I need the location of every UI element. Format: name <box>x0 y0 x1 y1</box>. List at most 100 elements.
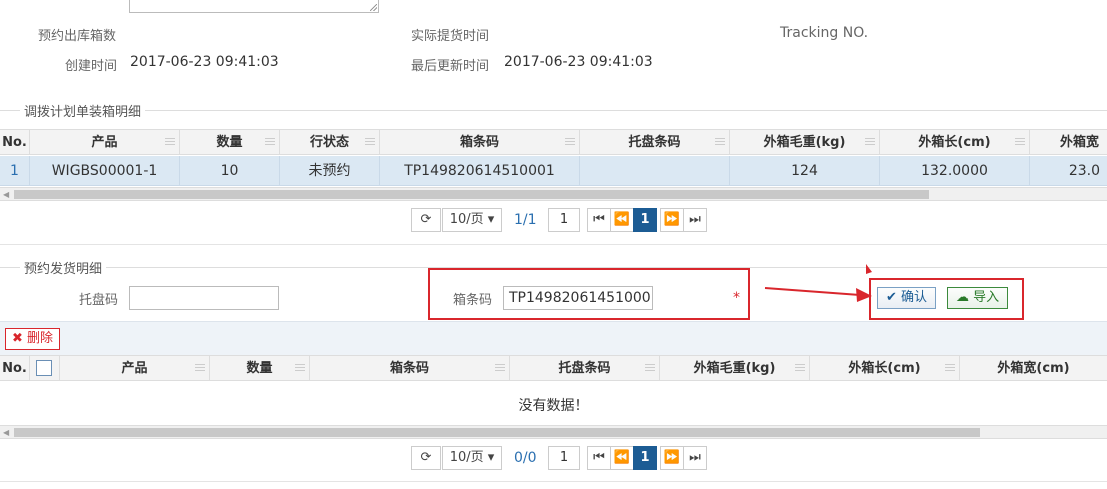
shipment-detail-legend: 预约发货明细 <box>20 258 107 277</box>
scroll-thumb[interactable] <box>14 190 929 199</box>
section-divider <box>0 244 1107 245</box>
created-time-label: 创建时间 <box>65 59 118 74</box>
col-no[interactable]: No. <box>0 356 30 381</box>
refresh-button[interactable]: ⟳ <box>411 208 441 232</box>
updated-time-value: 2017-06-23 09:41:03 <box>504 54 653 70</box>
tracking-label: Tracking NO. <box>780 25 869 41</box>
col-weight[interactable]: 外箱毛重(kg) <box>730 130 880 155</box>
refresh-icon: ⟳ <box>420 212 432 227</box>
first-page-icon: ⏮ <box>593 212 605 227</box>
cell-product: WIGBS00001-1 <box>30 156 180 186</box>
column-menu-icon[interactable] <box>645 364 655 372</box>
column-menu-icon[interactable] <box>265 138 275 146</box>
close-icon: ✖ <box>12 331 23 346</box>
last-page-icon: ⏭ <box>689 212 701 227</box>
required-mark: * <box>733 290 740 306</box>
col-product[interactable]: 产品 <box>60 356 210 381</box>
column-menu-icon[interactable] <box>945 364 955 372</box>
created-time-value: 2017-06-23 09:41:03 <box>130 54 279 70</box>
col-qty[interactable]: 数量 <box>180 130 280 155</box>
col-barcode[interactable]: 箱条码 <box>380 130 580 155</box>
col-no[interactable]: No. <box>0 130 30 155</box>
scroll-left-icon[interactable]: ◀ <box>3 191 9 199</box>
col-barcode[interactable]: 箱条码 <box>310 356 510 381</box>
table-row[interactable]: 1 WIGBS00001-1 10 未预约 TP149820614510001 … <box>0 156 1107 186</box>
cell-pallet <box>580 156 730 186</box>
scroll-thumb[interactable] <box>14 428 980 437</box>
refresh-button[interactable]: ⟳ <box>411 446 441 470</box>
current-page-button[interactable]: 1 <box>633 208 657 232</box>
prev-page-icon: ⏪ <box>613 450 631 465</box>
cell-width: 23.0 <box>1068 163 1100 179</box>
last-page-button[interactable]: ⏭ <box>683 446 707 470</box>
col-select-all[interactable] <box>30 356 60 381</box>
col-status[interactable]: 行状态 <box>280 130 380 155</box>
select-all-checkbox[interactable] <box>36 360 52 376</box>
prev-page-button[interactable]: ⏪ <box>610 208 634 232</box>
page-input[interactable]: 1 <box>548 208 580 232</box>
last-page-button[interactable]: ⏭ <box>683 208 707 232</box>
cell-status: 未预约 <box>280 156 380 186</box>
actual-pickup-label: 实际提货时间 <box>411 29 490 44</box>
page-size-select[interactable]: 10/页 ▾ <box>442 446 502 470</box>
col-pallet[interactable]: 托盘条码 <box>510 356 660 381</box>
barcode-input[interactable]: TP149820614510001 <box>503 286 653 310</box>
next-page-icon: ⏩ <box>663 450 681 465</box>
column-menu-icon[interactable] <box>865 138 875 146</box>
cell-no: 1 <box>0 156 30 186</box>
pallet-code-label: 托盘码 <box>79 293 119 308</box>
cell-weight: 124 <box>730 156 880 186</box>
scroll-left-icon[interactable]: ◀ <box>3 429 9 437</box>
col-length[interactable]: 外箱长(cm) <box>810 356 960 381</box>
check-icon: ✔ <box>886 290 897 305</box>
cell-length: 132.0000 <box>880 156 1030 186</box>
page-count: 0/0 <box>514 450 537 466</box>
column-menu-icon[interactable] <box>295 364 305 372</box>
column-menu-icon[interactable] <box>365 138 375 146</box>
col-width[interactable]: 外箱宽 <box>1030 130 1107 155</box>
import-button[interactable]: ☁ 导入 <box>947 287 1009 309</box>
column-menu-icon[interactable] <box>1015 138 1025 146</box>
remark-textarea[interactable] <box>129 0 379 13</box>
page-input[interactable]: 1 <box>548 446 580 470</box>
section-divider <box>0 481 1107 482</box>
pallet-code-input[interactable] <box>129 286 279 310</box>
col-weight[interactable]: 外箱毛重(kg) <box>660 356 810 381</box>
first-page-icon: ⏮ <box>593 450 605 465</box>
delete-button[interactable]: ✖ 删除 <box>5 328 61 350</box>
col-qty[interactable]: 数量 <box>210 356 310 381</box>
next-page-button[interactable]: ⏩ <box>660 208 684 232</box>
column-menu-icon[interactable] <box>195 364 205 372</box>
barcode-label: 箱条码 <box>453 293 493 308</box>
col-pallet[interactable]: 托盘条码 <box>580 130 730 155</box>
grid-toolbar: ✖ 删除 <box>0 321 1107 355</box>
col-width[interactable]: 外箱宽(cm) <box>960 356 1107 381</box>
refresh-icon: ⟳ <box>420 450 432 465</box>
column-menu-icon[interactable] <box>565 138 575 146</box>
page-size-select[interactable]: 10/页 ▾ <box>442 208 502 232</box>
first-page-button[interactable]: ⏮ <box>587 446 611 470</box>
section-divider <box>0 110 1107 111</box>
column-menu-icon[interactable] <box>795 364 805 372</box>
horizontal-scrollbar[interactable]: ◀ <box>0 425 1107 439</box>
cell-qty: 10 <box>180 156 280 186</box>
prev-page-icon: ⏪ <box>613 212 631 227</box>
column-menu-icon[interactable] <box>165 138 175 146</box>
horizontal-scrollbar[interactable]: ◀ <box>0 187 1107 201</box>
last-page-icon: ⏭ <box>689 450 701 465</box>
shipment-grid-header: No. 产品 数量 箱条码 托盘条码 外箱毛重(kg) 外箱长(cm) 外箱宽(… <box>0 355 1107 381</box>
prev-page-button[interactable]: ⏪ <box>610 446 634 470</box>
next-page-button[interactable]: ⏩ <box>660 446 684 470</box>
col-length[interactable]: 外箱长(cm) <box>880 130 1030 155</box>
col-product[interactable]: 产品 <box>30 130 180 155</box>
resize-grip-icon[interactable] <box>370 4 377 11</box>
column-menu-icon[interactable] <box>715 138 725 146</box>
updated-time-label: 最后更新时间 <box>411 59 490 74</box>
page-count: 1/1 <box>514 212 537 228</box>
current-page-button[interactable]: 1 <box>633 446 657 470</box>
next-page-icon: ⏩ <box>663 212 681 227</box>
packing-detail-legend: 调拨计划单装箱明细 <box>20 101 146 120</box>
first-page-button[interactable]: ⏮ <box>587 208 611 232</box>
confirm-button[interactable]: ✔ 确认 <box>877 287 937 309</box>
column-menu-icon[interactable] <box>495 364 505 372</box>
